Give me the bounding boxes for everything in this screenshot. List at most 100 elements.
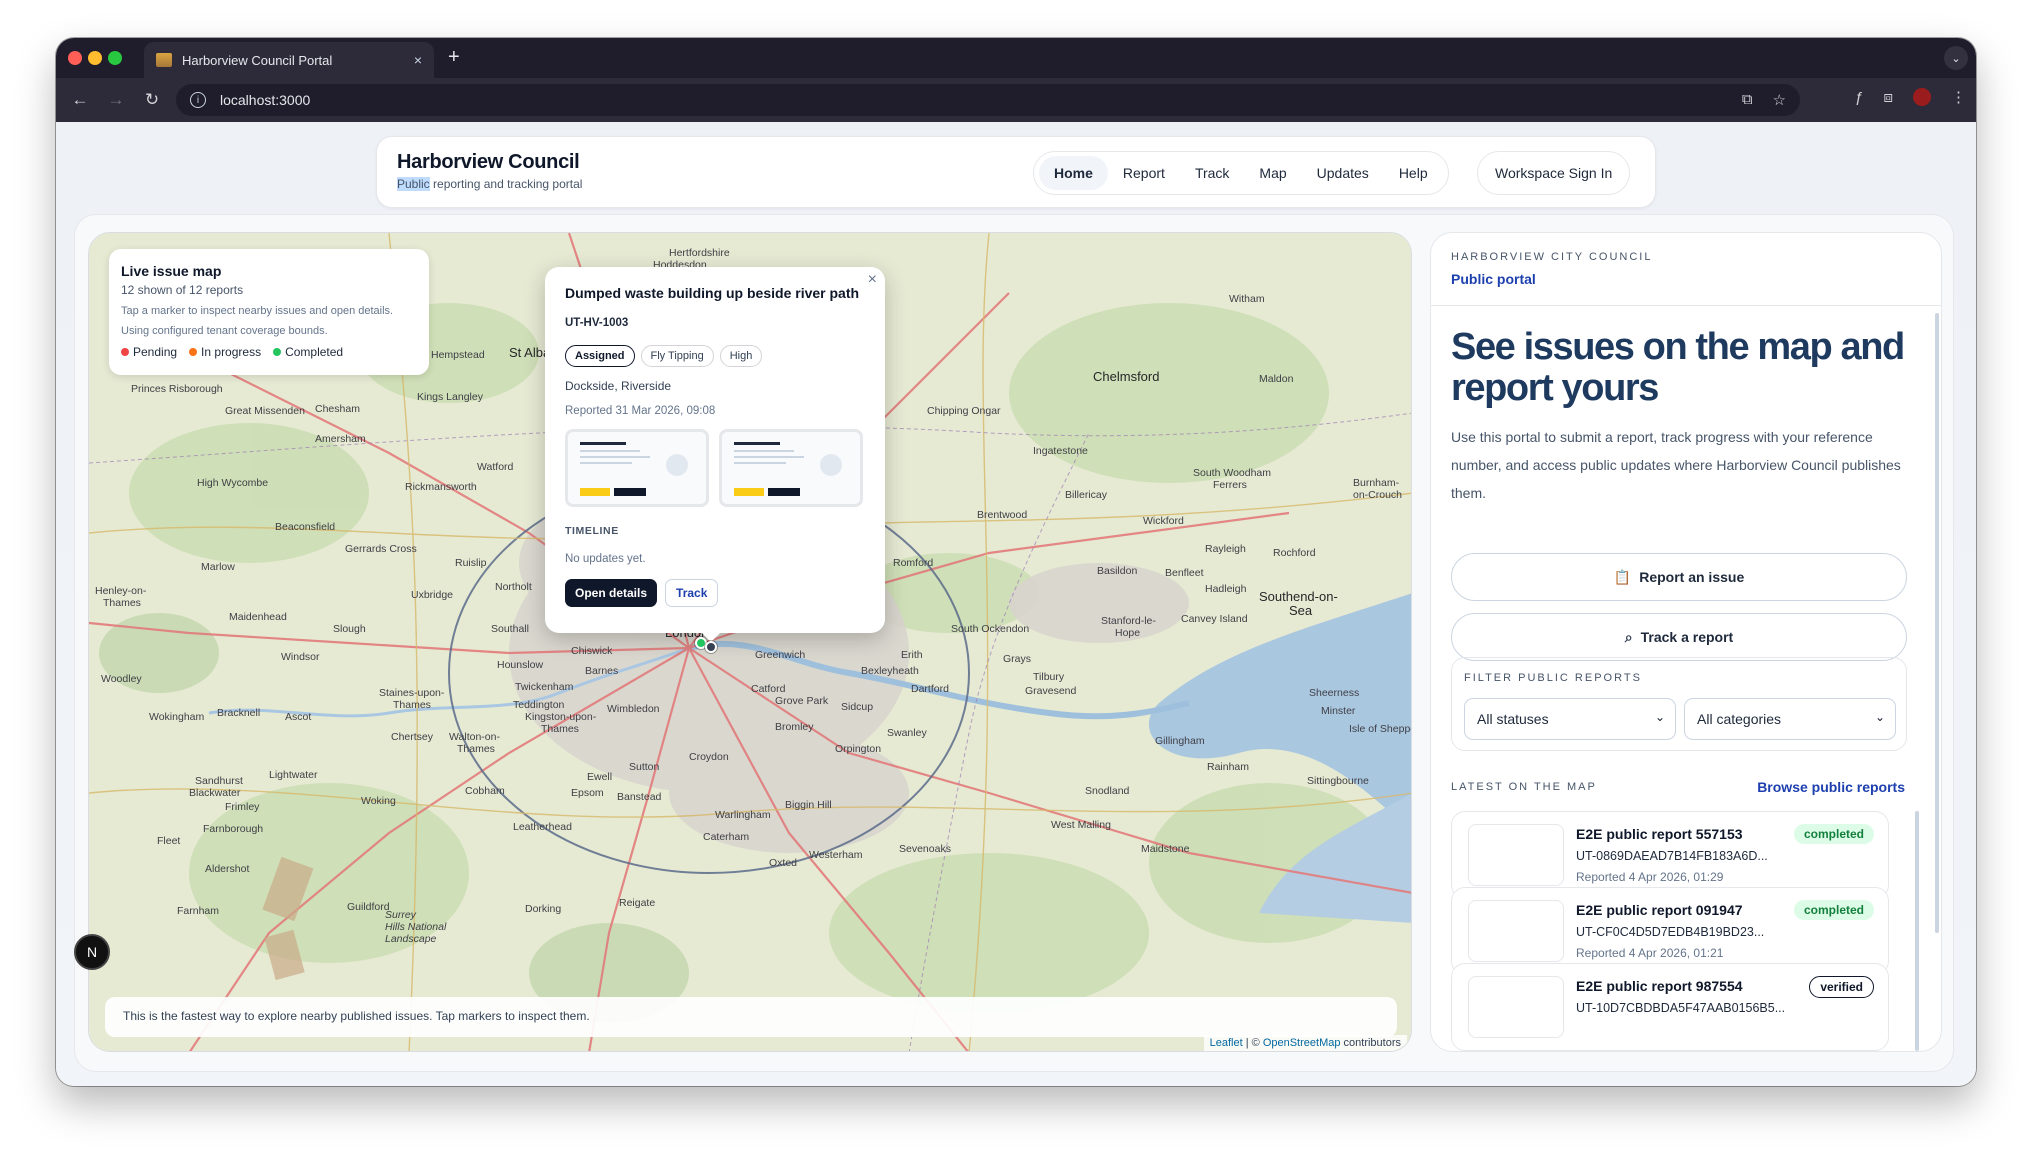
legend-bounds-note: Using configured tenant coverage bounds. (121, 325, 328, 337)
report-id: UT-0869DAEAD7B14FB183A6D... (1576, 849, 1768, 863)
popup-reference: UT-HV-1003 (565, 317, 629, 329)
map-attribution: Leaflet | © OpenStreetMap contributors (1203, 1035, 1407, 1051)
divider (1431, 305, 1941, 306)
report-title: E2E public report 987554 (1576, 978, 1743, 994)
info-panel: HARBORVIEW CITY COUNCIL Public portal Se… (1430, 232, 1942, 1052)
report-thumbnail (1468, 976, 1564, 1038)
dev-tools-badge[interactable]: N (74, 934, 110, 970)
tab-search-icon[interactable]: ⌄ (1944, 46, 1968, 70)
browser-menu-icon[interactable]: ⋮ (1951, 88, 1966, 106)
filter-label: FILTER PUBLIC REPORTS (1464, 672, 1642, 684)
brand-title: Harborview Council (397, 151, 580, 173)
new-tab-button[interactable]: + (448, 46, 460, 69)
legend-title: Live issue map (121, 263, 222, 279)
panel-intro: Use this portal to submit a report, trac… (1451, 429, 1901, 501)
track-button[interactable]: Track (665, 579, 719, 607)
popup-close-icon[interactable]: × (868, 271, 877, 289)
nav-map[interactable]: Map (1244, 156, 1301, 190)
popup-reported: Reported 31 Mar 2026, 09:08 (565, 405, 716, 417)
nav-track[interactable]: Track (1180, 156, 1244, 190)
main-nav: Home Report Track Map Updates Help (1033, 151, 1449, 195)
attribution-separator: | © (1242, 1037, 1263, 1049)
popup-chips: Assigned Fly Tipping High (565, 345, 865, 367)
brand-subtitle: Public reporting and tracking portal (397, 177, 582, 191)
category-select-value: All categories (1697, 711, 1782, 727)
back-icon[interactable]: ← (62, 90, 98, 110)
legend-key-label: In progress (201, 345, 262, 359)
report-thumbnail (1468, 900, 1564, 962)
filter-box: FILTER PUBLIC REPORTS All statuses ⌄ All … (1451, 657, 1907, 751)
nav-help[interactable]: Help (1384, 156, 1443, 190)
report-id: UT-10D7CBDBDA5F47AAB0156B5... (1576, 1001, 1786, 1015)
latest-label: LATEST ON THE MAP (1451, 781, 1597, 793)
track-report-label: Track a report (1640, 629, 1734, 645)
org-name: HARBORVIEW CITY COUNCIL (1451, 251, 1653, 263)
extensions-icon[interactable]: ⧈ (1883, 89, 1893, 106)
address-bar[interactable]: i localhost:3000 ⧉ ☆ (176, 84, 1800, 116)
site-header: Harborview Council Public reporting and … (376, 136, 1656, 208)
open-details-button[interactable]: Open details (565, 579, 658, 607)
brand[interactable]: Harborview Council Public reporting and … (397, 151, 582, 191)
tab-close-icon[interactable]: × (414, 52, 422, 68)
status-select-value: All statuses (1477, 711, 1549, 727)
map-marker[interactable] (705, 641, 717, 653)
report-issue-button[interactable]: 📋 Report an issue (1451, 553, 1907, 601)
panel-heading: See issues on the map and report yours (1451, 326, 1905, 409)
legend-keys: Pending In progress Completed (121, 345, 417, 359)
browse-public-reports-link[interactable]: Browse public reports (1757, 779, 1905, 795)
nav-updates[interactable]: Updates (1302, 156, 1384, 190)
clipboard-icon: 📋 (1613, 568, 1632, 585)
url-text: localhost:3000 (220, 92, 311, 108)
legend-key-completed: Completed (273, 345, 343, 359)
minimize-window-dot[interactable] (88, 51, 102, 65)
font-extension-icon[interactable]: ƒ (1855, 89, 1863, 106)
forward-icon[interactable]: → (98, 90, 134, 110)
report-card[interactable]: E2E public report 557153 UT-0869DAEAD7B1… (1451, 811, 1889, 899)
workspace-sign-in-button[interactable]: Workspace Sign In (1477, 151, 1631, 195)
report-card[interactable]: E2E public report 987554 UT-10D7CBDBDA5F… (1451, 963, 1889, 1051)
browser-tab[interactable]: Harborview Council Portal × (144, 42, 434, 78)
map-banner: This is the fastest way to explore nearb… (105, 997, 1397, 1037)
brand-subtitle-highlight: Public (397, 177, 430, 191)
legend-key-label: Completed (285, 345, 344, 359)
map-legend-card: Live issue map 12 shown of 12 reports Ta… (109, 249, 429, 375)
close-window-dot[interactable] (68, 51, 82, 65)
issue-popup: × Dumped waste building up beside river … (545, 267, 885, 642)
chevron-down-icon: ⌄ (1874, 710, 1885, 724)
photo-thumbnail[interactable] (565, 429, 709, 507)
maximize-window-dot[interactable] (108, 51, 122, 65)
legend-hint: Tap a marker to inspect nearby issues an… (121, 305, 394, 317)
issue-map[interactable]: Hertfordshire Hoddesdon Epping Witham Ha… (88, 232, 1412, 1052)
timeline-empty: No updates yet. (565, 553, 646, 565)
in-progress-dot-icon (189, 348, 198, 356)
nav-report[interactable]: Report (1108, 156, 1180, 190)
pending-dot-icon (121, 348, 129, 356)
status-select[interactable]: All statuses ⌄ (1464, 698, 1676, 740)
install-app-icon[interactable]: ⧉ (1742, 91, 1753, 109)
browser-toolbar: ← → ↻ i localhost:3000 ⧉ ☆ ƒ ⧈ ⋮ (56, 78, 1976, 122)
legend-key-pending: Pending (121, 345, 177, 359)
report-id: UT-CF0C4D5D7EDB4B19BD23... (1576, 925, 1765, 939)
chevron-down-icon: ⌄ (1654, 710, 1665, 724)
page-viewport: Harborview Council Public reporting and … (56, 122, 1976, 1086)
legend-key-in-progress: In progress (189, 345, 261, 359)
report-issue-label: Report an issue (1639, 569, 1745, 585)
report-date: Reported 4 Apr 2026, 01:29 (1576, 870, 1724, 884)
cards-scrollbar[interactable] (1915, 811, 1919, 1051)
bookmark-star-icon[interactable]: ☆ (1773, 91, 1786, 109)
report-card[interactable]: E2E public report 091947 UT-CF0C4D5D7EDB… (1451, 887, 1889, 975)
reload-icon[interactable]: ↻ (134, 90, 170, 110)
photo-thumbnail[interactable] (719, 429, 863, 507)
report-title: E2E public report 557153 (1576, 826, 1743, 842)
tab-title: Harborview Council Portal (182, 52, 333, 68)
category-select[interactable]: All categories ⌄ (1684, 698, 1896, 740)
attribution-rest: contributors (1340, 1037, 1401, 1049)
panel-scrollbar[interactable] (1935, 313, 1939, 933)
leaflet-link[interactable]: Leaflet (1210, 1037, 1243, 1049)
site-info-icon[interactable]: i (190, 92, 206, 108)
openstreetmap-link[interactable]: OpenStreetMap (1263, 1037, 1341, 1049)
track-report-button[interactable]: ⌕ Track a report (1451, 613, 1907, 661)
profile-avatar[interactable] (1913, 88, 1931, 106)
report-title: E2E public report 091947 (1576, 902, 1743, 918)
nav-home[interactable]: Home (1039, 156, 1108, 190)
